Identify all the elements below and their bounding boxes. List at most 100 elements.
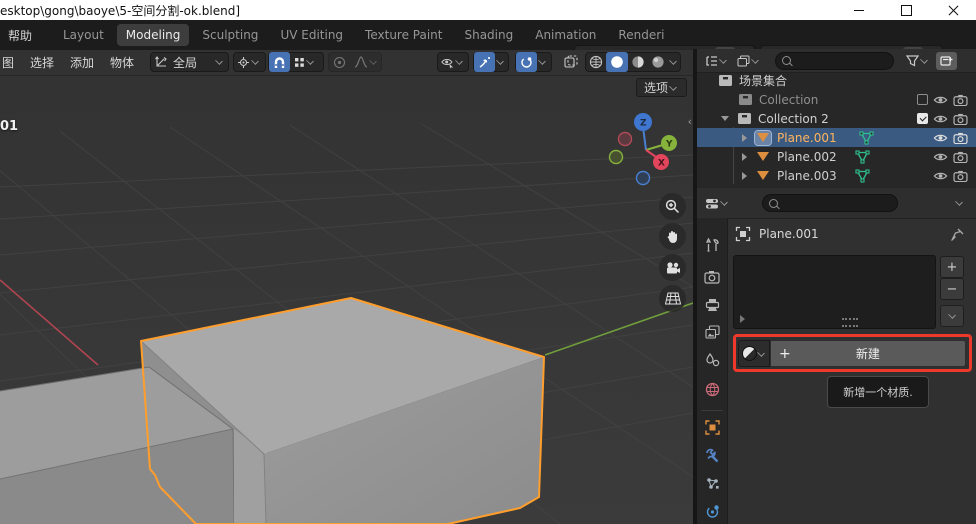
shading-wireframe-button[interactable]	[586, 52, 606, 72]
tab-sculpting[interactable]: Sculpting	[193, 24, 267, 46]
tab-uv-editing[interactable]: UV Editing	[271, 24, 352, 46]
navigation-gizmo[interactable]: Z Y X	[610, 113, 678, 185]
object-icon	[755, 150, 771, 164]
window-titlebar: esktop\gong\baoye\5-空间分割-ok.blend]	[0, 0, 976, 20]
collection-label: Collection	[759, 93, 818, 107]
gizmo-neg-z[interactable]	[637, 172, 650, 185]
outliner-filter-dropdown[interactable]	[902, 51, 934, 71]
close-button[interactable]	[936, 0, 970, 20]
pin-icon[interactable]	[950, 228, 964, 242]
tab-tool[interactable]	[697, 232, 727, 258]
tab-render[interactable]	[697, 264, 727, 290]
tab-object[interactable]	[697, 414, 727, 440]
plane001-row[interactable]: Plane.001	[697, 128, 976, 147]
material-slot-list[interactable]	[733, 255, 936, 329]
tab-rendering[interactable]: Renderi	[609, 24, 673, 46]
sidebar-collapse-icon[interactable]: ‹	[688, 115, 692, 128]
viewlayer-icon	[737, 55, 750, 67]
ortho-toggle-button[interactable]	[659, 285, 686, 312]
gizmo-neg-y[interactable]	[610, 151, 623, 164]
collection2-exclude-checkbox[interactable]	[917, 113, 928, 124]
plane003-row[interactable]: Plane.003	[697, 166, 976, 185]
outliner-display-mode-dropdown[interactable]	[733, 51, 765, 71]
slot-specials-button[interactable]	[940, 305, 964, 327]
pivot-point-dropdown[interactable]	[233, 52, 266, 72]
camera-toggle-icon[interactable]	[953, 151, 968, 163]
tab-scene[interactable]	[697, 347, 727, 373]
tab-modeling[interactable]: Modeling	[117, 24, 190, 46]
overlays-toggle[interactable]	[474, 52, 495, 72]
collection2-row[interactable]: Collection 2	[697, 109, 976, 128]
snap-to-dropdown[interactable]	[290, 52, 320, 72]
menu-add[interactable]: 添加	[62, 49, 102, 76]
expand-triangle-icon[interactable]	[742, 134, 747, 142]
tab-world[interactable]	[697, 376, 727, 402]
eye-icon[interactable]	[933, 151, 948, 163]
tab-particles[interactable]	[697, 470, 727, 496]
proportional-edit-toggle[interactable]	[329, 52, 350, 72]
minimize-button[interactable]	[842, 0, 876, 20]
collection-row[interactable]: Collection	[697, 90, 976, 109]
tab-shading[interactable]: Shading	[455, 24, 522, 46]
outliner-icon	[705, 55, 718, 67]
expand-triangle-icon[interactable]	[742, 172, 747, 180]
collapse-triangle-icon[interactable]	[721, 116, 729, 121]
eye-icon[interactable]	[933, 132, 948, 144]
camera-toggle-icon[interactable]	[953, 170, 968, 182]
list-resize-grip[interactable]	[842, 318, 858, 327]
falloff-dropdown[interactable]	[350, 52, 383, 72]
overlay-arrow-icon	[478, 56, 491, 69]
snap-toggle[interactable]	[269, 52, 290, 72]
properties-editor-type-dropdown[interactable]	[701, 193, 734, 213]
tab-output[interactable]	[697, 292, 727, 318]
tab-animation[interactable]: Animation	[526, 24, 605, 46]
minus-icon: −	[947, 282, 958, 297]
outliner-search-field[interactable]	[775, 52, 894, 70]
slot-expand-icon[interactable]	[740, 315, 745, 323]
render-preview-toggle[interactable]	[560, 52, 582, 72]
menu-object[interactable]: 物体	[102, 49, 142, 76]
new-collection-button[interactable]	[936, 52, 957, 70]
camera-view-button[interactable]	[659, 254, 686, 281]
tool-icon	[705, 238, 720, 253]
add-slot-button[interactable]: +	[940, 256, 964, 278]
properties-options-chevron-icon[interactable]	[955, 198, 963, 206]
remove-slot-button[interactable]: −	[940, 278, 964, 300]
eye-icon[interactable]	[933, 113, 948, 125]
maximize-button[interactable]	[889, 0, 923, 20]
viewport-3d[interactable]: Z Y X 01 ‹	[0, 97, 693, 524]
shading-rendered-button[interactable]	[648, 52, 668, 72]
tab-layout[interactable]: Layout	[54, 24, 113, 46]
outliner-editor-type-dropdown[interactable]	[701, 51, 733, 71]
wireframe-sphere-icon	[589, 55, 603, 69]
tab-modifiers[interactable]	[697, 442, 727, 468]
scene-collection-row[interactable]: 场景集合	[697, 71, 976, 90]
camera-toggle-icon[interactable]	[953, 132, 968, 144]
browse-material-dropdown[interactable]	[738, 340, 770, 367]
collection-exclude-checkbox[interactable]	[917, 94, 928, 105]
menu-help[interactable]: 帮助	[8, 27, 32, 44]
properties-search-field[interactable]	[762, 194, 898, 212]
tab-view-layer[interactable]	[697, 319, 727, 345]
chevron-down-icon	[669, 83, 677, 91]
zoom-button[interactable]	[659, 193, 686, 220]
orbit-toggle[interactable]	[516, 52, 537, 72]
tab-texture-paint[interactable]: Texture Paint	[356, 24, 451, 46]
camera-toggle-icon[interactable]	[953, 94, 968, 106]
expand-triangle-icon[interactable]	[742, 153, 747, 161]
show-gizmo-dropdown[interactable]	[437, 52, 469, 72]
pan-button[interactable]	[659, 223, 686, 250]
tab-physics[interactable]	[697, 498, 727, 524]
shading-solid-button[interactable]	[606, 52, 628, 72]
eye-icon[interactable]	[933, 170, 948, 182]
menu-view[interactable]: 图	[0, 49, 22, 76]
plane002-row[interactable]: Plane.002	[697, 147, 976, 166]
options-dropdown[interactable]: 选项	[636, 78, 687, 97]
new-material-button[interactable]: + 新建	[770, 340, 966, 367]
menu-select[interactable]: 选择	[22, 49, 62, 76]
shading-material-button[interactable]	[628, 52, 648, 72]
eye-icon[interactable]	[933, 94, 948, 106]
gizmo-neg-x[interactable]	[619, 133, 632, 146]
camera-toggle-icon[interactable]	[953, 113, 968, 125]
transform-orientation-dropdown[interactable]: 全局	[150, 52, 229, 72]
